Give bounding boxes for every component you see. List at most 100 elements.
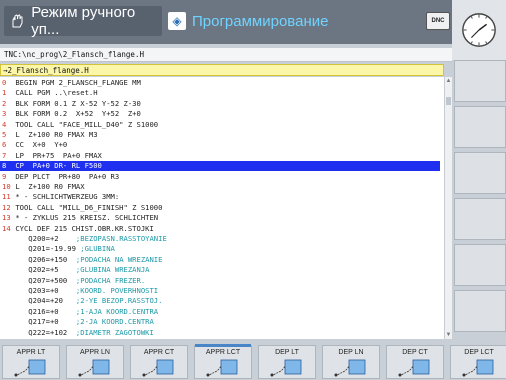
programming-mode-label: Программирование — [192, 12, 329, 30]
softkey-label: APPR LCT — [205, 349, 241, 356]
code-text: Q222=+102 ;DIAMETR ZAGOTOWKI — [11, 327, 154, 337]
side-softkey-6[interactable] — [454, 290, 506, 332]
contour-approach-icon — [142, 359, 174, 377]
clock-icon — [462, 13, 496, 47]
code-line[interactable]: Q222=+102 ;DIAMETR ZAGOTOWKI — [0, 328, 440, 338]
line-number: 8 — [2, 161, 7, 171]
line-number: 3 — [2, 109, 7, 119]
softkey-active-indicator — [195, 344, 251, 347]
softkey-dep-ct[interactable]: DEP CT — [386, 345, 444, 379]
line-number: 9 — [2, 171, 7, 181]
softkey-appr-ct[interactable]: APPR CT — [130, 345, 188, 379]
code-text: BLK FORM 0.2 X+52 Y+52 Z+0 — [11, 109, 141, 119]
vertical-softkey-bar — [452, 60, 506, 346]
edit-icon: ◈ — [168, 12, 186, 30]
side-softkey-4[interactable] — [454, 198, 506, 240]
code-line[interactable]: Q207=+500 ;PODACHA FREZER. — [0, 276, 440, 286]
line-number: 0 — [2, 78, 7, 87]
code-text: TOOL CALL "FACE_MILL_D40" Z S1000 — [11, 119, 159, 129]
code-line[interactable]: Q216=+0 ;1-AJA KOORD.CENTRA — [0, 307, 440, 317]
horizontal-softkey-bar: APPR LT APPR LN APPR CT APPR LCT DEP LT DEP L… — [0, 344, 506, 380]
softkey-appr-lct[interactable]: APPR LCT — [194, 344, 252, 379]
code-text: CALL PGM ..\reset.H — [11, 88, 98, 98]
code-text: CC X+0 Y+0 — [11, 140, 68, 150]
line-number: 14 — [2, 223, 11, 233]
softkey-dep-lct[interactable]: DEP LCT — [450, 345, 506, 379]
softkey-label: APPR LN — [80, 349, 110, 356]
code-line[interactable]: 10 L Z+100 R0 FMAX — [0, 182, 440, 192]
code-line[interactable]: 8 CP PA+0 DR- RL F500 — [0, 161, 440, 171]
contour-approach-icon — [206, 359, 238, 377]
code-line[interactable]: 1 CALL PGM ..\reset.H — [0, 88, 440, 98]
scroll-thumb[interactable] — [446, 97, 451, 105]
header-bar: Режим ручного уп... ◈ Программирование D… — [0, 0, 452, 44]
code-text: DEP PLCT PR+80 PA+0 R3 — [11, 171, 120, 181]
softkey-dep-lt[interactable]: DEP LT — [258, 345, 316, 379]
side-softkey-2[interactable] — [454, 106, 506, 148]
hand-icon — [8, 12, 25, 30]
softkey-label: APPR LT — [16, 349, 46, 356]
softkey-label: DEP LT — [275, 349, 299, 356]
softkey-label: DEP LN — [338, 349, 364, 356]
scroll-up-icon[interactable]: ▲ — [445, 77, 452, 85]
code-line[interactable]: 11 * - SCHLICHTWERZEUG 3MM: — [0, 192, 440, 202]
code-text: Q204=+20 ;2-YE BEZOP.RASSTOJ. — [11, 296, 163, 306]
code-text: Q206=+150 ;PODACHA NA WREZANIE — [11, 254, 163, 264]
code-line[interactable]: 6 CC X+0 Y+0 — [0, 140, 440, 150]
code-line[interactable]: Q206=+150 ;PODACHA NA WREZANIE — [0, 255, 440, 265]
code-line[interactable]: 13 * - ZYKLUS 215 KREISZ. SCHLICHTEN — [0, 213, 440, 223]
line-number: 5 — [2, 130, 7, 139]
code-line[interactable]: Q204=+20 ;2-YE BEZOP.RASSTOJ. — [0, 296, 440, 306]
code-line[interactable]: Q202=+5 ;GLUBINA WREZANJA — [0, 265, 440, 275]
contour-approach-icon — [334, 359, 366, 377]
editor-scrollbar[interactable]: ▲ ▼ — [444, 77, 452, 339]
code-line[interactable]: 12 TOOL CALL "MILL_D6_FINISH" Z S1000 — [0, 203, 440, 213]
program-editor[interactable]: 0 BEGIN PGM 2_FLANSCH_FLANGE MM 1 CALL PG… — [0, 77, 444, 339]
code-line[interactable]: 2 BLK FORM 0.1 Z X-52 Y-52 Z-30 — [0, 99, 440, 109]
softkey-label: DEP CT — [402, 349, 428, 356]
code-text: Q216=+0 ;1-AJA KOORD.CENTRA — [11, 306, 159, 316]
manual-mode-tab[interactable]: Режим ручного уп... — [4, 4, 162, 38]
line-number: 12 — [2, 202, 11, 212]
contour-approach-icon — [462, 359, 494, 377]
code-text: LP PR+75 PA+0 FMAX — [11, 150, 102, 160]
contour-approach-icon — [270, 359, 302, 377]
code-text: Q201=-19.99 ;GLUBINA — [11, 244, 115, 254]
softkey-dep-ln[interactable]: DEP LN — [322, 345, 380, 379]
code-line[interactable]: 0 BEGIN PGM 2_FLANSCH_FLANGE MM — [0, 78, 440, 88]
side-softkey-5[interactable] — [454, 244, 506, 286]
softkey-appr-lt[interactable]: APPR LT — [2, 345, 60, 379]
code-text: BEGIN PGM 2_FLANSCH_FLANGE MM — [11, 78, 141, 87]
code-text: Q200=+2 ;BEZOPASN.RASSTOYANIE — [11, 234, 167, 243]
scroll-down-icon[interactable]: ▼ — [445, 331, 452, 339]
programming-mode-tab[interactable]: ◈ Программирование — [164, 6, 426, 36]
code-line[interactable]: 14 CYCL DEF 215 CHIST.OBR.KR.STOJKI — [0, 224, 440, 234]
code-line[interactable]: Q203=+0 ;KOORD. POVERHNOSTI — [0, 286, 440, 296]
code-line[interactable]: 7 LP PR+75 PA+0 FMAX — [0, 151, 440, 161]
code-text: Q202=+5 ;GLUBINA WREZANJA — [11, 265, 150, 275]
contour-approach-icon — [78, 359, 110, 377]
code-line[interactable]: 4 TOOL CALL "FACE_MILL_D40" Z S1000 — [0, 120, 440, 130]
dnc-icon[interactable]: DNC — [426, 12, 450, 30]
code-line[interactable]: 5 L Z+100 R0 FMAX M3 — [0, 130, 440, 140]
code-text: * - ZYKLUS 215 KREISZ. SCHLICHTEN — [11, 213, 159, 223]
side-softkey-3[interactable] — [454, 152, 506, 194]
line-number: 11 — [2, 192, 11, 202]
clock-panel — [452, 0, 506, 60]
code-line[interactable]: Q217=+0 ;2-JA KOORD.CENTRA — [0, 317, 440, 327]
code-line[interactable]: 9 DEP PLCT PR+80 PA+0 R3 — [0, 172, 440, 182]
code-line[interactable]: 3 BLK FORM 0.2 X+52 Y+52 Z+0 — [0, 109, 440, 119]
line-number: 7 — [2, 150, 7, 160]
code-text: * - SCHLICHTWERZEUG 3MM: — [11, 192, 120, 202]
code-text: Q207=+500 ;PODACHA FREZER. — [11, 275, 146, 285]
line-number: 10 — [2, 182, 11, 191]
line-number: 13 — [2, 213, 11, 223]
code-line[interactable]: Q200=+2 ;BEZOPASN.RASSTOYANIE — [0, 234, 440, 244]
line-number: 1 — [2, 88, 7, 98]
code-text: TOOL CALL "MILL_D6_FINISH" Z S1000 — [11, 202, 163, 212]
softkey-appr-ln[interactable]: APPR LN — [66, 345, 124, 379]
code-text: Q203=+0 ;KOORD. POVERHNOSTI — [11, 286, 159, 295]
manual-mode-label: Режим ручного уп... — [31, 4, 136, 38]
side-softkey-1[interactable] — [454, 60, 506, 102]
code-line[interactable]: Q201=-19.99 ;GLUBINA — [0, 244, 440, 254]
